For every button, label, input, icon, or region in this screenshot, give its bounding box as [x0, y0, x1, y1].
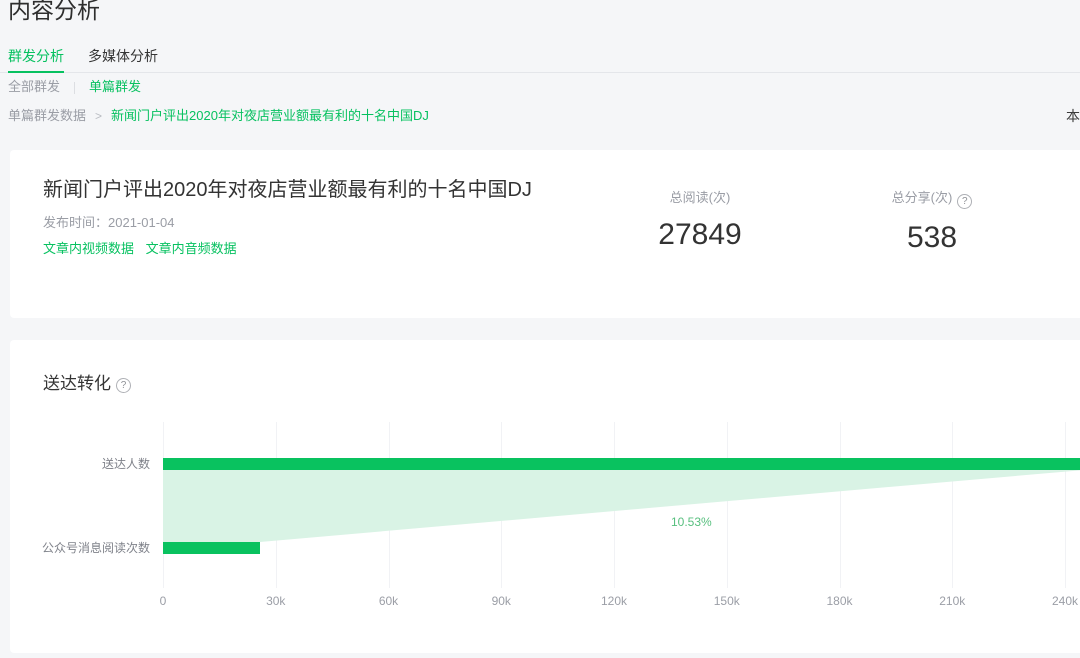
- category-label: 送达人数: [10, 457, 150, 471]
- x-axis-tick-label: 90k: [471, 594, 531, 608]
- breadcrumb: 单篇群发数据 > 新闻门户评出2020年对夜店营业额最有利的十名中国DJ: [8, 108, 429, 124]
- x-axis-tick-label: 30k: [246, 594, 306, 608]
- content-analysis-page: 内容分析 群发分析 多媒体分析 全部群发 单篇群发 单篇群发数据 > 新闻门户评出20…: [0, 0, 1080, 658]
- media-data-links: 文章内视频数据 文章内音频数据: [43, 240, 245, 258]
- stat-total-shares-value: 538: [852, 222, 1012, 254]
- breadcrumb-separator-icon: >: [95, 109, 102, 123]
- x-axis-tick-label: 60k: [359, 594, 419, 608]
- stat-total-reads: 总阅读(次) 27849: [620, 190, 780, 251]
- subnav-divider: [74, 82, 75, 94]
- clipped-right-text[interactable]: 本: [1066, 106, 1080, 126]
- sub-nav: 全部群发 单篇群发: [8, 79, 141, 95]
- article-summary-card: 新闻门户评出2020年对夜店营业额最有利的十名中国DJ 发布时间：2021-01…: [10, 150, 1080, 318]
- conversion-rate-label: 10.53%: [671, 515, 712, 529]
- tab-multimedia-analysis[interactable]: 多媒体分析: [88, 46, 158, 71]
- stat-total-reads-label: 总阅读(次): [620, 190, 780, 206]
- tab-bar: 群发分析 多媒体分析: [0, 46, 1080, 73]
- delivery-conversion-card: 送达转化? 030k60k90k120k150k180k210k240k送达人数…: [10, 340, 1080, 653]
- x-axis-tick-label: 240k: [1035, 594, 1080, 608]
- video-data-link[interactable]: 文章内视频数据: [43, 241, 134, 256]
- help-icon[interactable]: ?: [957, 194, 972, 209]
- stat-total-shares: 总分享(次)? 538: [852, 190, 1012, 254]
- x-axis-tick-label: 210k: [922, 594, 982, 608]
- subnav-single-mass-send[interactable]: 单篇群发: [89, 79, 141, 95]
- audio-data-link[interactable]: 文章内音频数据: [146, 241, 237, 256]
- funnel-area: [163, 422, 1080, 588]
- funnel-chart-plot: 030k60k90k120k150k180k210k240k送达人数公众号消息阅…: [163, 422, 1080, 588]
- tab-mass-send-analysis[interactable]: 群发分析: [8, 46, 64, 73]
- stat-total-reads-value: 27849: [620, 219, 780, 251]
- stat-total-shares-label: 总分享(次)?: [852, 190, 1012, 209]
- funnel-bar-0: [163, 458, 1080, 470]
- x-axis-tick-label: 150k: [697, 594, 757, 608]
- x-axis-tick-label: 180k: [810, 594, 870, 608]
- article-title: 新闻门户评出2020年对夜店营业额最有利的十名中国DJ: [43, 176, 532, 204]
- help-icon[interactable]: ?: [116, 378, 131, 393]
- funnel-title-text: 送达转化: [43, 374, 111, 393]
- funnel-chart-title: 送达转化?: [43, 373, 131, 395]
- x-axis-tick-label: 0: [133, 594, 193, 608]
- category-label: 公众号消息阅读次数: [10, 541, 150, 555]
- breadcrumb-current-article[interactable]: 新闻门户评出2020年对夜店营业额最有利的十名中国DJ: [111, 108, 429, 123]
- page-title: 内容分析: [8, 0, 100, 26]
- breadcrumb-parent[interactable]: 单篇群发数据: [8, 108, 86, 123]
- stat-total-shares-text: 总分享(次): [892, 190, 953, 205]
- funnel-bar-1: [163, 542, 260, 554]
- subnav-all-mass-send[interactable]: 全部群发: [8, 79, 60, 95]
- x-axis-tick-label: 120k: [584, 594, 644, 608]
- publish-time: 发布时间：2021-01-04: [43, 214, 175, 232]
